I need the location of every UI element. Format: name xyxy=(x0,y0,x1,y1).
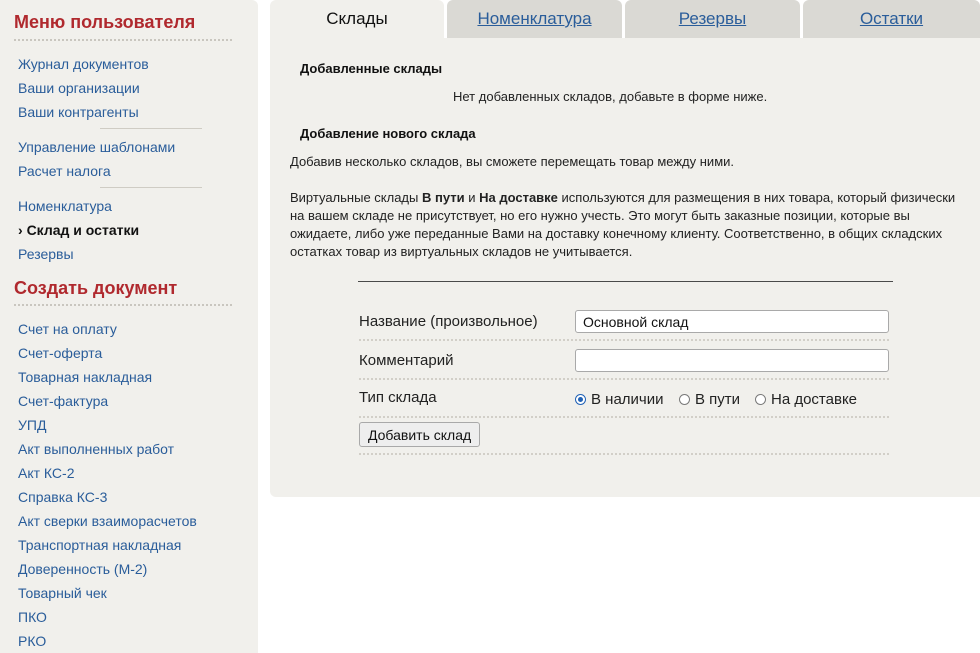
virtual-warehouses-text: Виртуальные склады В пути и На доставке … xyxy=(290,190,956,259)
virtual-type-delivery: На доставке xyxy=(479,190,558,205)
create-doc-link[interactable]: РКО xyxy=(18,633,46,650)
radio-in-stock[interactable]: В наличии xyxy=(575,390,664,408)
add-warehouse-button[interactable]: Добавить склад xyxy=(359,422,481,447)
warehouse-name-input[interactable] xyxy=(575,310,889,333)
user-menu-title: Меню пользователя xyxy=(14,12,196,32)
divider xyxy=(358,281,893,282)
divider xyxy=(359,453,889,455)
active-marker: › xyxy=(18,222,23,238)
divider xyxy=(14,39,232,41)
warehouse-type-label: Тип склада xyxy=(359,389,437,406)
sidebar-item-warehouse: › Склад и остатки xyxy=(18,222,139,239)
comment-label: Комментарий xyxy=(359,352,454,369)
create-doc-link[interactable]: Акт выполненных работ xyxy=(18,441,174,458)
create-doc-link[interactable]: Транспортная накладная xyxy=(18,537,181,554)
sidebar-item-label: Склад и остатки xyxy=(26,222,140,238)
divider xyxy=(100,128,202,129)
create-doc-link[interactable]: Акт КС-2 xyxy=(18,465,74,482)
create-document-title: Создать документ xyxy=(14,278,178,298)
sidebar-item-tax[interactable]: Расчет налога xyxy=(18,163,111,180)
create-doc-link[interactable]: Счет-оферта xyxy=(18,345,102,362)
create-doc-link[interactable]: Акт сверки взаиморасчетов xyxy=(18,513,197,530)
divider xyxy=(100,187,202,188)
sidebar: Меню пользователя Журнал документов Ваши… xyxy=(0,0,258,653)
divider xyxy=(359,416,889,418)
virtual-type-in-transit: В пути xyxy=(421,190,465,205)
comment-input[interactable] xyxy=(575,349,889,372)
radio-on-delivery[interactable]: На доставке xyxy=(755,390,857,408)
create-doc-link[interactable]: Счет-фактура xyxy=(18,393,108,410)
radio-checked-icon[interactable] xyxy=(575,393,586,405)
create-doc-link[interactable]: Доверенность (М-2) xyxy=(18,561,147,578)
create-doc-link[interactable]: Счет на оплату xyxy=(18,321,117,338)
tab-balances[interactable]: Остатки xyxy=(803,0,980,38)
tab-warehouses[interactable]: Склады xyxy=(270,0,444,38)
radio-in-transit[interactable]: В пути xyxy=(679,390,740,408)
radio-unchecked-icon[interactable] xyxy=(679,393,690,405)
sidebar-item-journal[interactable]: Журнал документов xyxy=(18,56,149,73)
radio-unchecked-icon[interactable] xyxy=(755,393,766,405)
intro-text: Добавив несколько складов, вы сможете пе… xyxy=(290,154,734,169)
tab-reserves[interactable]: Резервы xyxy=(625,0,800,38)
sidebar-item-reserves[interactable]: Резервы xyxy=(18,246,74,263)
tab-nomenclature[interactable]: Номенклатура xyxy=(447,0,622,38)
sidebar-item-nomenclature[interactable]: Номенклатура xyxy=(18,198,112,215)
new-warehouse-title: Добавление нового склада xyxy=(300,126,476,141)
added-warehouses-title: Добавленные склады xyxy=(300,61,443,76)
create-doc-link[interactable]: Товарная накладная xyxy=(18,369,152,386)
divider xyxy=(359,378,889,380)
create-doc-link[interactable]: ПКО xyxy=(18,609,47,626)
sidebar-item-organizations[interactable]: Ваши организации xyxy=(18,80,140,97)
divider xyxy=(359,339,889,341)
create-doc-link[interactable]: Товарный чек xyxy=(18,585,107,602)
divider xyxy=(14,304,232,306)
empty-state-text: Нет добавленных складов, добавьте в форм… xyxy=(453,89,768,104)
sidebar-item-counterparties[interactable]: Ваши контрагенты xyxy=(18,104,139,121)
sidebar-item-templates[interactable]: Управление шаблонами xyxy=(18,139,175,156)
name-label: Название (произвольное) xyxy=(359,313,538,330)
create-doc-link[interactable]: Справка КС-3 xyxy=(18,489,107,506)
create-doc-link[interactable]: УПД xyxy=(18,417,46,434)
